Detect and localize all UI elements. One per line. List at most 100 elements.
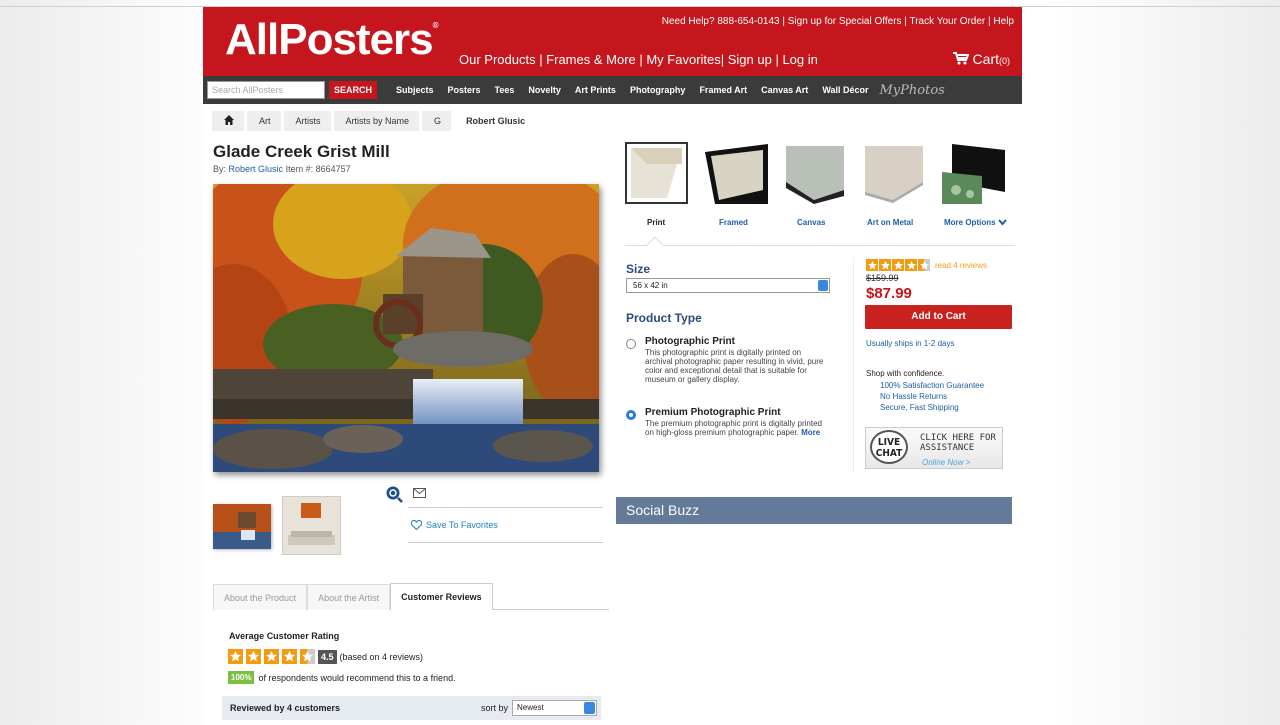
waterfall-mill-image xyxy=(213,184,599,472)
zoom-icon[interactable] xyxy=(385,485,403,503)
current-price: $87.99 xyxy=(866,285,912,302)
thumbnail-room-view[interactable] xyxy=(282,496,341,555)
nav-item-framed-art[interactable]: Framed Art xyxy=(692,85,754,95)
thumbnail-1[interactable] xyxy=(213,504,271,549)
recommend-percent: 100% xyxy=(228,671,255,684)
star-icon xyxy=(905,259,917,271)
tab-customer-reviews[interactable]: Customer Reviews xyxy=(390,583,493,610)
photographic-print-desc: This photographic print is digitally pri… xyxy=(645,348,824,384)
radio-photographic-print[interactable] xyxy=(626,339,636,349)
cart-link[interactable]: Cart(0) xyxy=(952,51,1010,67)
breadcrumb-artists[interactable]: Artists xyxy=(283,111,331,131)
item-number: Item #: 8664757 xyxy=(285,164,351,174)
live-chat-status: Online Now > xyxy=(922,458,971,467)
half-star-icon xyxy=(300,649,315,664)
social-buzz-header: Social Buzz xyxy=(616,497,1012,524)
size-select[interactable]: 56 x 42 in xyxy=(626,278,830,293)
heart-icon xyxy=(411,520,422,530)
rating-row: 4.5 (based on 4 reviews) xyxy=(228,649,423,664)
save-to-favorites-link[interactable]: Save To Favorites xyxy=(411,520,498,530)
canvas-option-image xyxy=(784,142,847,204)
breadcrumb-art[interactable]: Art xyxy=(247,111,281,131)
product-image[interactable] xyxy=(213,184,599,472)
nav-item-novelty[interactable]: Novelty xyxy=(521,85,568,95)
nav-item-myphotos[interactable]: MyPhotos xyxy=(876,83,945,98)
main-links[interactable]: Our Products | Frames & More | My Favori… xyxy=(459,52,818,67)
star-icon xyxy=(866,259,878,271)
old-price: $159.99 xyxy=(866,273,899,283)
nav-item-subjects[interactable]: Subjects xyxy=(389,85,441,95)
nav-item-wall-decor[interactable]: Wall Décor xyxy=(815,85,875,95)
photographic-print-title[interactable]: Photographic Print xyxy=(645,336,735,347)
guarantee-link[interactable]: 100% Satisfaction Guarantee xyxy=(880,381,984,390)
search-input[interactable]: Search AllPosters xyxy=(207,81,325,99)
top-links[interactable]: Need Help? 888-654-0143 | Sign up for Sp… xyxy=(662,16,1014,27)
premium-print-desc: The premium photographic print is digita… xyxy=(645,419,822,437)
premium-print-title[interactable]: Premium Photographic Print xyxy=(645,407,781,418)
option-label-print[interactable]: Print xyxy=(647,218,665,227)
reviews-bar: Reviewed by 4 customers sort by Newest xyxy=(222,696,601,720)
read-reviews-link[interactable]: read 4 reviews xyxy=(935,261,987,270)
nav-item-posters[interactable]: Posters xyxy=(441,85,488,95)
product-type-label: Product Type xyxy=(626,311,702,325)
option-more[interactable] xyxy=(942,142,1005,204)
returns-link[interactable]: No Hassle Returns xyxy=(880,392,947,401)
breadcrumb-letter[interactable]: G xyxy=(422,111,452,131)
star-icon xyxy=(246,649,261,664)
reviewed-by: Reviewed by 4 customers xyxy=(230,703,341,713)
rating-value: 4.5 xyxy=(318,649,337,664)
nav-item-art-prints[interactable]: Art Prints xyxy=(568,85,623,95)
thumbnail-image xyxy=(213,504,271,549)
option-print[interactable] xyxy=(625,142,688,204)
breadcrumb-home[interactable] xyxy=(212,111,244,131)
artist-link[interactable]: Robert Glusic xyxy=(229,164,284,174)
nav-item-tees[interactable]: Tees xyxy=(488,85,522,95)
more-link[interactable]: More xyxy=(801,428,820,437)
star-icon xyxy=(879,259,891,271)
nav-item-canvas-art[interactable]: Canvas Art xyxy=(754,85,815,95)
metal-option-image xyxy=(863,142,926,204)
sort-label: sort by xyxy=(480,703,508,713)
room-view-image xyxy=(283,497,340,554)
product-byline: By: Robert Glusic Item #: 8664757 xyxy=(213,164,351,174)
selected-caret xyxy=(646,236,664,254)
option-label-metal[interactable]: Art on Metal xyxy=(867,218,913,227)
star-icon xyxy=(264,649,279,664)
sort-select[interactable]: Newest xyxy=(512,700,597,716)
framed-option-image xyxy=(705,142,768,204)
half-star-icon xyxy=(918,259,930,271)
divider xyxy=(408,542,603,543)
live-chat-button[interactable]: LIVE CHAT CLICK HERE FOR ASSISTANCE Onli… xyxy=(865,427,1003,469)
nav-items: Subjects Posters Tees Novelty Art Prints… xyxy=(389,76,945,104)
dropdown-arrow-icon xyxy=(584,702,595,714)
more-option-image xyxy=(942,142,1005,204)
add-to-cart-button[interactable]: Add to Cart xyxy=(865,305,1012,329)
option-label-framed[interactable]: Framed xyxy=(719,218,748,227)
confidence-heading: Shop with confidence. xyxy=(866,369,945,378)
breadcrumb-artists-by-name[interactable]: Artists by Name xyxy=(333,111,420,131)
option-label-canvas[interactable]: Canvas xyxy=(797,218,825,227)
price-rating: read 4 reviews xyxy=(866,259,987,271)
radio-premium-print[interactable] xyxy=(626,410,636,420)
option-canvas[interactable] xyxy=(784,142,847,204)
nav-item-photography[interactable]: Photography xyxy=(623,85,693,95)
option-framed[interactable] xyxy=(705,142,768,204)
tab-about-product[interactable]: About the Product xyxy=(213,584,308,610)
divider xyxy=(408,507,603,508)
size-label: Size xyxy=(626,262,651,276)
star-icon xyxy=(282,649,297,664)
print-option-image xyxy=(627,144,686,202)
tab-about-artist[interactable]: About the Artist xyxy=(307,584,391,610)
shipping-link[interactable]: Secure, Fast Shipping xyxy=(880,403,959,412)
chevron-down-icon xyxy=(998,219,1007,226)
email-icon[interactable] xyxy=(413,488,426,498)
based-on-text: (based on 4 reviews) xyxy=(339,651,424,662)
site-logo[interactable]: AllPosters® xyxy=(225,15,439,65)
search-button[interactable]: SEARCH xyxy=(329,81,377,99)
star-icon xyxy=(228,649,243,664)
shipping-info[interactable]: Usually ships in 1-2 days xyxy=(866,339,954,348)
option-label-more[interactable]: More Options xyxy=(944,218,1007,227)
home-icon xyxy=(224,115,234,125)
option-art-on-metal[interactable] xyxy=(863,142,926,204)
recommend-row: 100% of respondents would recommend this… xyxy=(228,671,456,684)
